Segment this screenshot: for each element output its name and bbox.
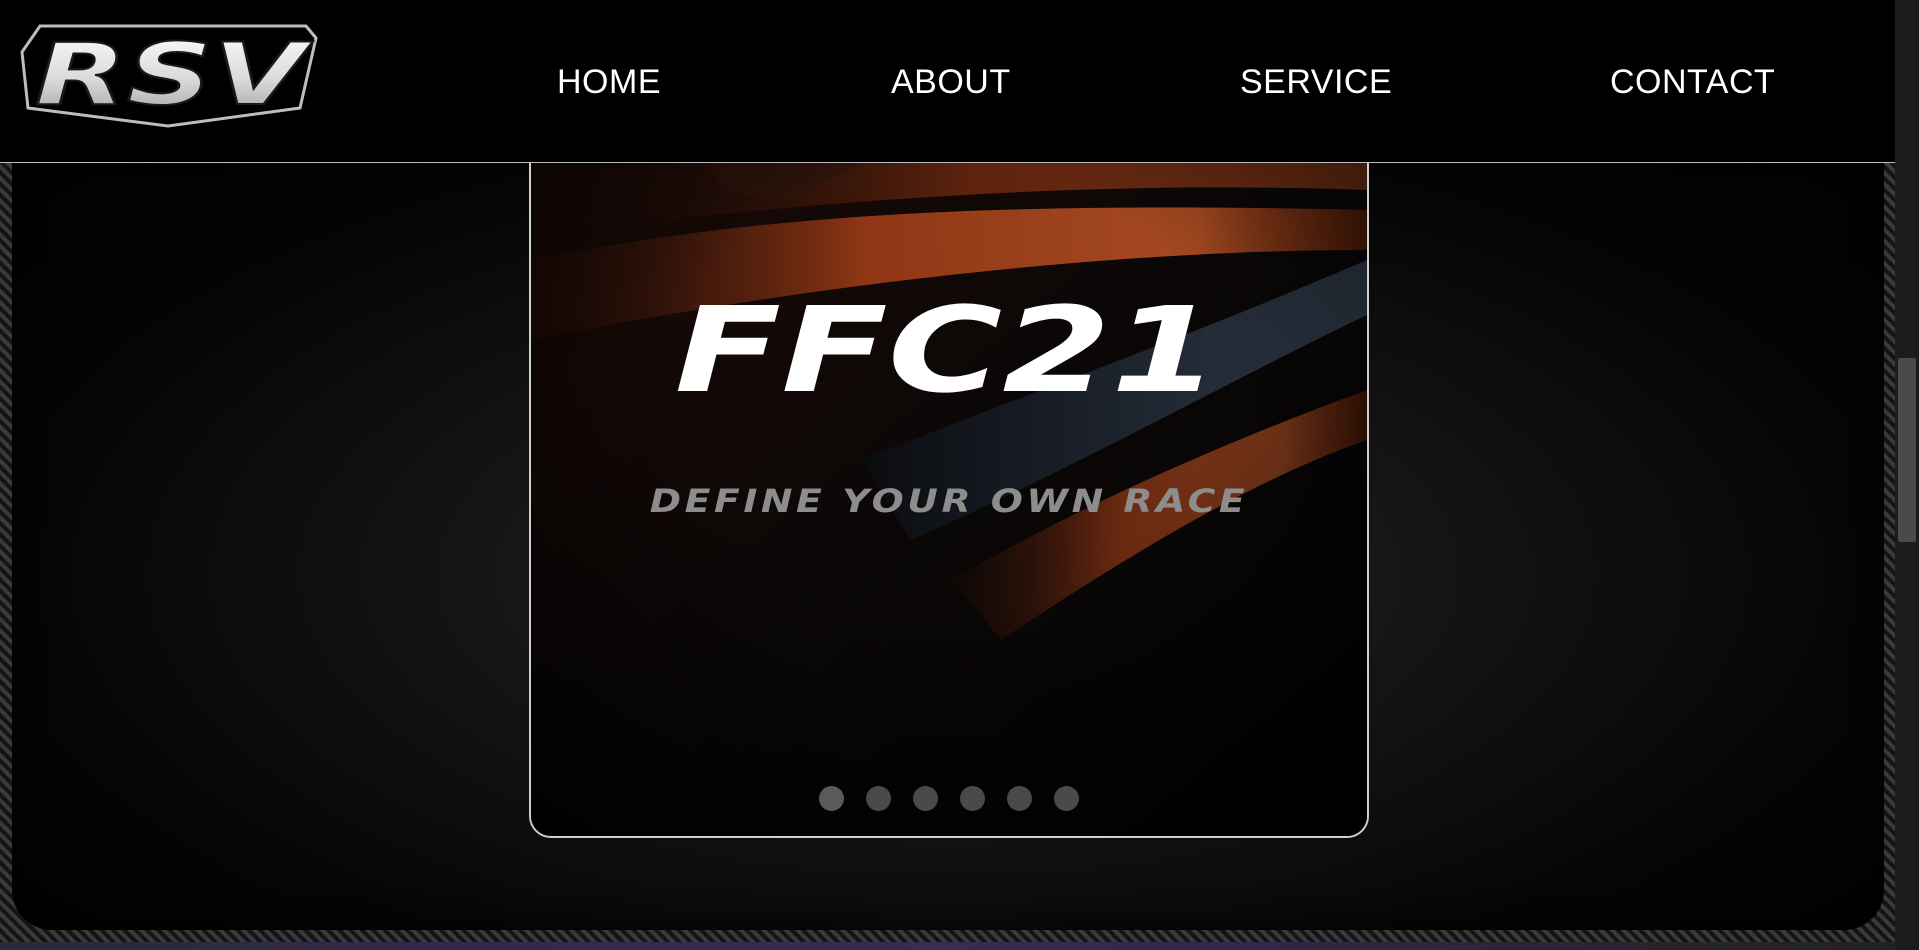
slider-dot-2[interactable]	[866, 786, 891, 811]
bottom-strip	[0, 942, 1895, 950]
scrollbar-thumb[interactable]	[1898, 358, 1916, 542]
slider-dot-3[interactable]	[913, 786, 938, 811]
slide-tagline: DEFINE YOUR OWN RACE	[649, 482, 1249, 520]
slider-dot-6[interactable]	[1054, 786, 1079, 811]
slider-dot-5[interactable]	[1007, 786, 1032, 811]
page-scrollbar[interactable]	[1895, 0, 1919, 950]
slider-dots	[531, 786, 1367, 811]
slider-dot-1[interactable]	[819, 786, 844, 811]
nav-home-link[interactable]: HOME	[557, 57, 661, 107]
slider-dot-4[interactable]	[960, 786, 985, 811]
page: FFC21 DEFINE YOUR OWN RACE RSV HOME ABOU…	[0, 0, 1919, 950]
nav-contact-link[interactable]: CONTACT	[1610, 57, 1775, 107]
ffc21-logo-text: FFC21	[675, 295, 1220, 405]
nav-about-link[interactable]: ABOUT	[891, 57, 1011, 107]
hero-slider: FFC21 DEFINE YOUR OWN RACE	[529, 140, 1369, 838]
nav-service-link[interactable]: SERVICE	[1240, 57, 1392, 107]
site-header: RSV HOME ABOUT SERVICE CONTACT	[0, 0, 1895, 163]
svg-text:FFC21: FFC21	[675, 295, 1220, 405]
main-nav: HOME ABOUT SERVICE CONTACT	[0, 57, 1895, 107]
